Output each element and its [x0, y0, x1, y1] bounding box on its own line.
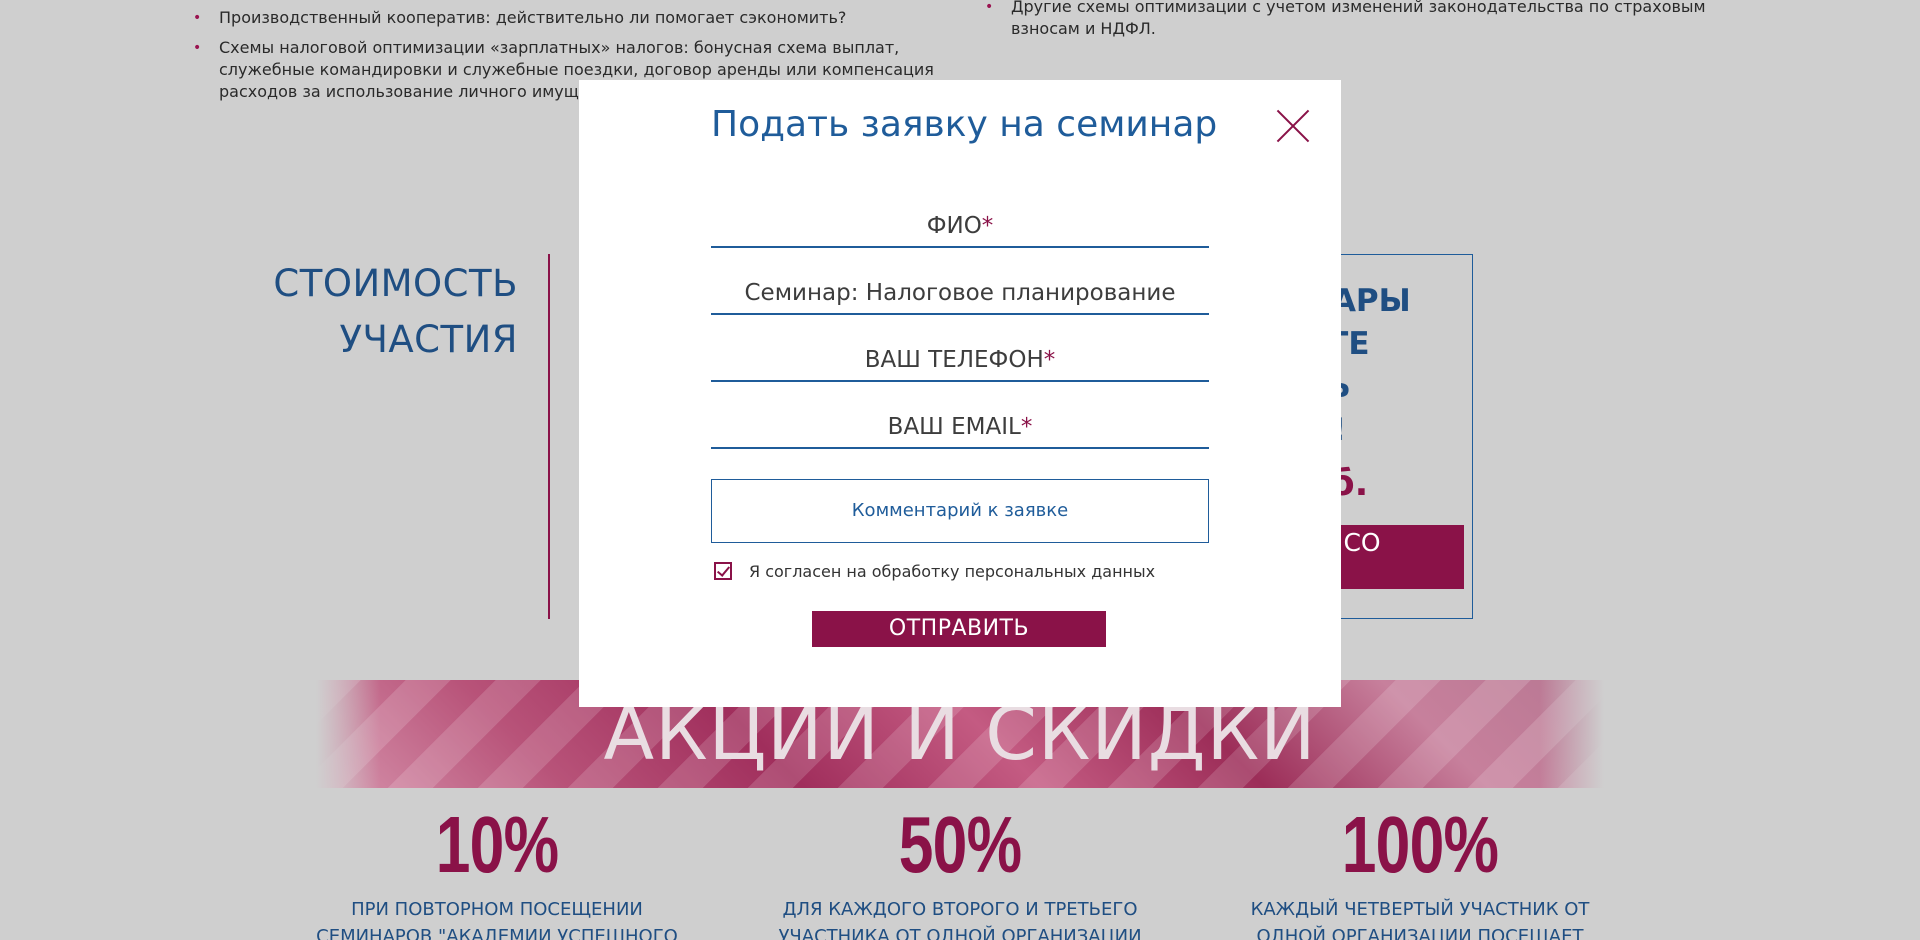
- vertical-divider: [548, 254, 550, 619]
- phone-field-label: ВАШ ТЕЛЕФОН: [864, 347, 1044, 373]
- discount-line: КАЖДЫЙ ЧЕТВЕРТЫЙ УЧАСТНИК ОТ: [1250, 899, 1590, 920]
- discount-card: 10% ПРИ ПОВТОРНОМ ПОСЕЩЕНИИ СЕМИНАРОВ "А…: [297, 800, 697, 940]
- program-list-right: Другие схемы оптимизации с учетом измене…: [985, 0, 1765, 48]
- consent-label: Я согласен на обработку персональных дан…: [749, 561, 1156, 581]
- close-icon[interactable]: [1277, 110, 1309, 142]
- discount-description: ПРИ ПОВТОРНОМ ПОСЕЩЕНИИ СЕМИНАРОВ "АКАДЕ…: [297, 896, 697, 940]
- name-field-label: ФИО: [926, 213, 982, 239]
- discount-card: 100% КАЖДЫЙ ЧЕТВЕРТЫЙ УЧАСТНИК ОТ ОДНОЙ …: [1220, 800, 1620, 940]
- phone-field[interactable]: ВАШ ТЕЛЕФОН*: [711, 338, 1209, 382]
- cost-title-line: УЧАСТИЯ: [339, 318, 518, 361]
- list-item: Производственный кооператив: действитель…: [193, 7, 953, 29]
- list-item: Другие схемы оптимизации с учетом измене…: [985, 0, 1765, 40]
- discount-line: ОДНОЙ ОРГАНИЗАЦИИ ПОСЕЩАЕТ: [1256, 926, 1584, 940]
- cost-section-title: СТОИМОСТЬ УЧАСТИЯ: [240, 256, 518, 368]
- cost-title-line: СТОИМОСТЬ: [273, 262, 518, 305]
- submit-button[interactable]: ОТПРАВИТЬ: [812, 611, 1106, 647]
- discount-percent: 10%: [435, 800, 559, 889]
- discount-line: СЕМИНАРОВ "АКАДЕМИИ УСПЕШНОГО: [316, 926, 678, 940]
- modal-title: Подать заявку на семинар: [711, 104, 1218, 145]
- discount-description: КАЖДЫЙ ЧЕТВЕРТЫЙ УЧАСТНИК ОТ ОДНОЙ ОРГАН…: [1220, 896, 1620, 940]
- required-mark: *: [981, 213, 994, 239]
- required-mark: *: [1020, 414, 1033, 440]
- discount-percent: 50%: [898, 800, 1022, 889]
- seminar-field-value: Семинар: Налоговое планирование: [744, 280, 1176, 306]
- application-modal: Подать заявку на семинар ФИО* Семинар: Н…: [579, 80, 1341, 707]
- discount-line: ДЛЯ КАЖДОГО ВТОРОГО И ТРЕТЬЕГО: [782, 899, 1138, 920]
- comment-textarea[interactable]: Комментарий к заявке: [711, 479, 1209, 543]
- consent-checkbox[interactable]: [714, 562, 732, 580]
- seminar-field[interactable]: Семинар: Налоговое планирование: [711, 271, 1209, 315]
- consent-row[interactable]: Я согласен на обработку персональных дан…: [714, 560, 1155, 582]
- required-mark: *: [1043, 347, 1056, 373]
- discount-description: ДЛЯ КАЖДОГО ВТОРОГО И ТРЕТЬЕГО УЧАСТНИКА…: [760, 896, 1160, 940]
- discount-line: ПРИ ПОВТОРНОМ ПОСЕЩЕНИИ: [351, 899, 643, 920]
- discount-line: УЧАСТНИКА ОТ ОДНОЙ ОРГАНИЗАЦИИ: [778, 926, 1142, 940]
- email-field-label: ВАШ EMAIL: [887, 414, 1021, 440]
- email-field[interactable]: ВАШ EMAIL*: [711, 405, 1209, 449]
- discount-percent: 100%: [1341, 800, 1499, 889]
- name-field[interactable]: ФИО*: [711, 204, 1209, 248]
- discount-card: 50% ДЛЯ КАЖДОГО ВТОРОГО И ТРЕТЬЕГО УЧАСТ…: [760, 800, 1160, 940]
